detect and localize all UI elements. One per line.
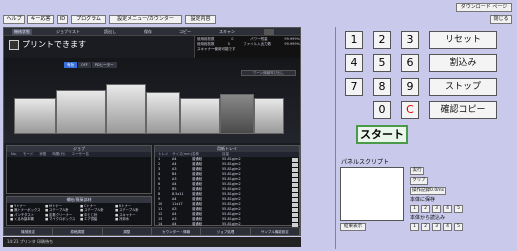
divider	[335, 27, 336, 249]
paper-level-indicator	[292, 207, 298, 212]
tab-job-process[interactable]: ジョブ処理	[201, 228, 251, 235]
close-button[interactable]: 閉じる	[490, 15, 512, 24]
settings-content-button[interactable]: 設定内容	[185, 15, 216, 24]
paper-level-indicator	[292, 177, 298, 182]
tab-original-adjust[interactable]: 原稿調整	[53, 228, 103, 235]
save-slot-2[interactable]: 2	[421, 205, 430, 213]
load-slot-5[interactable]: 5	[454, 223, 463, 231]
run-button[interactable]: 実行	[410, 167, 424, 175]
job-table-header: No. モード 状態 時間(分) ユーザー名	[7, 152, 151, 157]
load-slot-4[interactable]: 4	[443, 223, 452, 231]
key-4[interactable]: 4	[345, 54, 363, 72]
record-interval-button[interactable]: 操作記録0.0ms	[410, 187, 446, 195]
top-toolbar: ヘルプ キー応答 ID プログラム 設定メニュー/カウンター 設定内容 ダウンロ…	[0, 0, 517, 26]
load-from-device-label: 本体から読込み	[410, 215, 446, 221]
mode-tab-off[interactable]: OFF	[78, 62, 91, 68]
load-slot-3[interactable]: 3	[432, 223, 441, 231]
bottom-tabs: 機械設定 原稿調整 調整 カウンター・情報 ジョブ処理 サンプル機能設定	[4, 227, 300, 235]
paper-level-indicator	[292, 157, 298, 162]
key-7[interactable]: 7	[345, 78, 363, 96]
key-2[interactable]: 2	[373, 31, 391, 49]
menu-copy[interactable]: コピー	[179, 29, 191, 35]
interrupt-button[interactable]: 割込み	[429, 54, 497, 72]
scanner-status: スキャナー使用可能です	[197, 47, 236, 51]
machine-illustration-area: 有効 OFF PDヒーター ワーン情報呼び出し	[4, 58, 300, 143]
key-3[interactable]: 3	[401, 31, 419, 49]
printer-icon	[9, 40, 19, 50]
help-button[interactable]: ヘルプ	[3, 15, 25, 24]
save-slot-3[interactable]: 3	[432, 205, 441, 213]
key-8[interactable]: 8	[373, 78, 391, 96]
clear-script-button[interactable]: クリア	[410, 177, 428, 185]
fault-info-button[interactable]: ワーン情報呼び出し	[241, 70, 296, 76]
supplies-legend: YトナーMトナーCトナーKトナー廃トナーボックスステープル針ステープル針ステープ…	[7, 203, 151, 222]
menu-job-list[interactable]: ジョブリスト	[56, 29, 80, 35]
key-0[interactable]: 0	[373, 101, 391, 119]
supply-item: マイクロボックス	[45, 217, 78, 221]
download-page-button[interactable]: ダウンロード ページ	[456, 3, 512, 12]
menu-save[interactable]: 保存	[144, 29, 152, 35]
paper-level-indicator	[292, 197, 298, 202]
menu-scan[interactable]: スキャン	[219, 29, 235, 35]
proof-copy-button[interactable]: 確認コピー	[429, 101, 497, 119]
paper-level-indicator	[292, 212, 298, 217]
key-response-button[interactable]: キー応答	[27, 15, 54, 24]
mode-tabs: 有効 OFF PDヒーター	[64, 62, 117, 68]
status-message: プリントできます	[22, 40, 86, 49]
paper-level-indicator	[292, 162, 298, 167]
save-slot-5[interactable]: 5	[454, 205, 463, 213]
screen-mode-icon[interactable]	[264, 29, 274, 35]
menu-machine-status[interactable]: 機械状態	[12, 29, 32, 35]
paper-level-indicator	[292, 222, 298, 227]
key-9[interactable]: 9	[401, 78, 419, 96]
load-slot-1[interactable]: 1	[410, 223, 419, 231]
paper-level-indicator	[292, 182, 298, 187]
save-slot-1[interactable]: 1	[410, 205, 419, 213]
tab-adjust[interactable]: 調整	[103, 228, 152, 235]
load-slot-2[interactable]: 2	[421, 223, 430, 231]
job-panel: ジョブ No. モード 状態 時間(分) ユーザー名	[6, 145, 152, 194]
save-slot-4[interactable]: 4	[443, 205, 452, 213]
reset-button[interactable]: リセット	[429, 31, 497, 49]
screen-menu-bar: 機械状態 ジョブリスト 読出し 保存 コピー スキャン	[4, 28, 300, 36]
paper-level-indicator	[292, 187, 298, 192]
settings-counter-button[interactable]: 設定メニュー/カウンター	[109, 15, 182, 24]
machine-illustration	[14, 78, 284, 136]
tray-panel: 用紙トレイ トレイ サイズ(mm) 名称 目量 1 A4 普通紙 55-81g/m2 2…	[154, 145, 300, 232]
menu-recall[interactable]: 読出し	[104, 29, 116, 35]
stop-button[interactable]: ストップ	[429, 78, 497, 96]
id-button[interactable]: ID	[57, 15, 68, 24]
supply-item: 冷却水	[115, 217, 148, 221]
key-6[interactable]: 6	[401, 54, 419, 72]
paper-level-indicator	[292, 192, 298, 197]
paper-level-indicator	[292, 172, 298, 177]
tab-counter-info[interactable]: カウンター・情報	[152, 228, 202, 235]
panel-script-textarea[interactable]	[340, 167, 404, 221]
result-display-button[interactable]: 結果表示	[340, 223, 366, 231]
save-to-device-label: 本体に保存	[410, 197, 436, 203]
mode-tab-enabled[interactable]: 有効	[64, 62, 77, 68]
start-button[interactable]: スタート	[356, 125, 408, 144]
footer-status: 14:21 プリンタ 印刷待ち	[3, 237, 301, 247]
key-1[interactable]: 1	[345, 31, 363, 49]
clear-key[interactable]: C	[401, 101, 419, 119]
panel-script-label: パネルスクリプト	[341, 159, 390, 166]
status-area: プリントできます	[4, 36, 194, 58]
key-5[interactable]: 5	[373, 54, 391, 72]
paper-level-indicator	[292, 167, 298, 172]
paper-level-indicator	[292, 217, 298, 222]
supply-item: エア供給	[80, 217, 113, 221]
tab-machine-settings[interactable]: 機械設定	[4, 228, 54, 235]
program-button[interactable]: プログラム	[71, 15, 106, 24]
tray-rows: 1 A4 普通紙 55-81g/m2 2 A4 普通紙 55-81g/m2 3 A3 普通紙 55-8…	[155, 157, 299, 232]
supplies-panel: 補給/廃棄部材 YトナーMトナーCトナーKトナー廃トナーボックスステープル針ステ…	[6, 196, 152, 226]
tab-sample-settings[interactable]: サンプル機能設定	[251, 228, 300, 235]
supply-item: くるみ製本糊	[10, 217, 43, 221]
device-screen: 機械状態 ジョブリスト 読出し 保存 コピー スキャン プリントできます 使用総…	[3, 27, 301, 236]
mode-tab-heater[interactable]: PDヒーター	[91, 62, 117, 68]
paper-level-indicator	[292, 202, 298, 207]
